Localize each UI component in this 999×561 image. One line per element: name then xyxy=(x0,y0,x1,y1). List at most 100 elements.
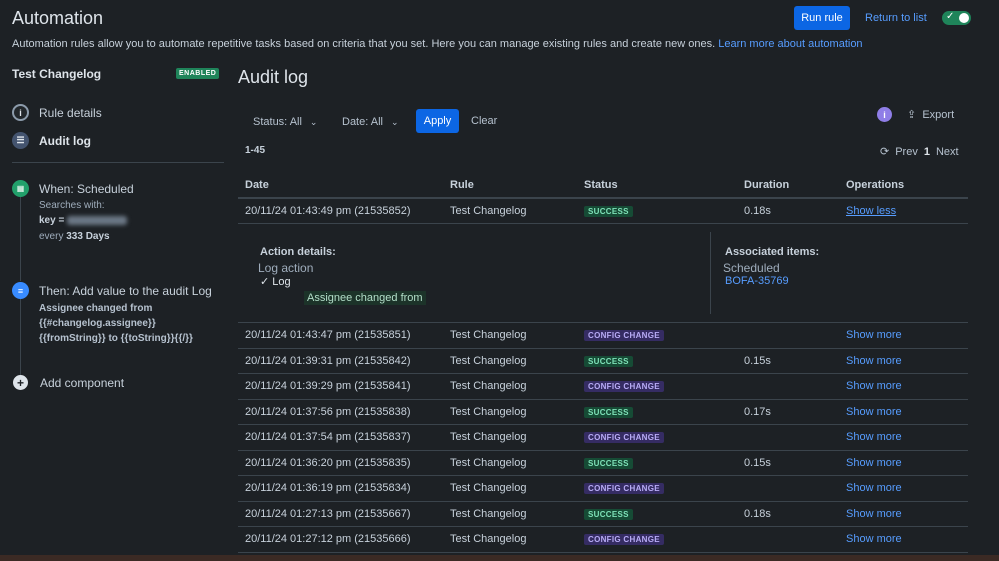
action-label: Then: Add value to the audit Log xyxy=(39,283,212,298)
row-date: 20/11/24 01:36:20 pm (21535835) xyxy=(238,450,443,476)
status-badge: ENABLED xyxy=(176,68,220,79)
row-date: 20/11/24 01:37:54 pm (21535837) xyxy=(238,424,443,451)
show-more-link[interactable]: Show more xyxy=(846,457,902,469)
row-operations: Show less xyxy=(839,198,968,224)
table-row: 20/11/24 01:39:29 pm (21535841) Test Chan… xyxy=(238,373,968,400)
table-row: 20/11/24 01:43:49 pm (21535852) Test Chan… xyxy=(238,198,968,224)
rule-name: Test Changelog xyxy=(12,67,102,81)
clear-button[interactable]: Clear xyxy=(471,115,497,127)
trigger-component[interactable]: ▦ When: Scheduled xyxy=(12,180,134,197)
table-row: 20/11/24 01:36:19 pm (21535834) Test Chan… xyxy=(238,475,968,502)
row-duration: 0.18s xyxy=(737,198,839,224)
page-title: Automation xyxy=(12,8,104,28)
log-action-label: Log action xyxy=(258,261,314,275)
add-component-button[interactable]: + Add component xyxy=(12,375,124,390)
trigger-label: When: Scheduled xyxy=(39,181,134,196)
check-icon: ✓ xyxy=(946,11,955,22)
return-to-list-link[interactable]: Return to list xyxy=(865,12,927,24)
show-more-link[interactable]: Show more xyxy=(846,329,902,341)
apply-button[interactable]: Apply xyxy=(416,109,459,133)
check-icon: ✓ xyxy=(260,276,273,288)
row-status: CONFIG CHANGE xyxy=(577,424,737,451)
info-icon: i xyxy=(12,104,29,121)
show-more-link[interactable]: Show more xyxy=(846,508,902,520)
row-status: CONFIG CHANGE xyxy=(577,475,737,502)
table-row: 20/11/24 01:27:13 pm (21535667) Test Chan… xyxy=(238,501,968,527)
show-more-link[interactable]: Show more xyxy=(846,431,902,443)
table-row: 20/11/24 01:43:47 pm (21535851) Test Chan… xyxy=(238,322,968,349)
row-duration: 0.15s xyxy=(737,348,839,374)
row-status: CONFIG CHANGE xyxy=(577,526,737,553)
row-rule: Test Changelog xyxy=(443,399,577,425)
audit-log-table: Date Rule Status Duration Operations 20/… xyxy=(238,173,968,553)
show-less-link[interactable]: Show less xyxy=(846,205,896,217)
export-label: Export xyxy=(922,109,955,121)
show-more-link[interactable]: Show more xyxy=(846,533,902,545)
action-details-heading: Action details: xyxy=(260,246,336,258)
row-date: 20/11/24 01:39:29 pm (21535841) xyxy=(238,373,443,400)
details-box: Action details: Log action ✓ Log Assignee c… xyxy=(238,224,968,322)
row-rule: Test Changelog xyxy=(443,475,577,502)
audit-log-action-icon: ≡ xyxy=(12,282,29,299)
row-status: SUCCESS xyxy=(577,450,737,476)
table-row: 20/11/24 01:27:12 pm (21535666) Test Chan… xyxy=(238,526,968,553)
row-date: 20/11/24 01:36:19 pm (21535834) xyxy=(238,475,443,502)
column-header-rule: Rule xyxy=(443,173,577,199)
status-lozenge: SUCCESS xyxy=(584,457,633,469)
row-operations: Show more xyxy=(839,526,968,553)
show-more-link[interactable]: Show more xyxy=(846,482,902,494)
associated-item-link[interactable]: BOFA-35769 xyxy=(725,275,789,287)
audit-log-title: Audit log xyxy=(238,67,309,87)
date-filter-label: Date: All xyxy=(342,116,383,128)
row-rule: Test Changelog xyxy=(443,198,577,224)
date-filter[interactable]: Date: All ⌄ xyxy=(342,110,399,134)
every-prefix: every xyxy=(39,231,64,242)
info-icon[interactable]: i xyxy=(877,107,892,122)
status-lozenge: CONFIG CHANGE xyxy=(584,483,664,495)
plus-icon: + xyxy=(13,375,28,390)
row-operations: Show more xyxy=(839,424,968,451)
log-entry: ✓ Log xyxy=(260,275,291,288)
row-duration xyxy=(737,373,839,400)
run-rule-button[interactable]: Run rule xyxy=(794,6,850,30)
chevron-down-icon: ⌄ xyxy=(309,116,318,127)
status-filter[interactable]: Status: All ⌄ xyxy=(253,110,317,134)
current-page: 1 xyxy=(923,145,930,158)
description-text: Automation rules allow you to automate r… xyxy=(12,38,716,50)
row-rule: Test Changelog xyxy=(443,424,577,451)
next-button[interactable]: Next xyxy=(936,146,959,158)
column-header-duration: Duration xyxy=(737,173,839,199)
row-operations: Show more xyxy=(839,450,968,476)
page-description: Automation rules allow you to automate r… xyxy=(12,38,863,50)
learn-more-link[interactable]: Learn more about automation xyxy=(718,38,862,50)
associated-items-heading: Associated items: xyxy=(725,246,820,258)
rule-enabled-toggle[interactable]: ✓ xyxy=(942,11,971,25)
refresh-icon[interactable]: ⟳ xyxy=(880,145,889,158)
status-lozenge: SUCCESS xyxy=(584,406,633,418)
prev-button[interactable]: Prev xyxy=(895,146,918,158)
row-date: 20/11/24 01:27:12 pm (21535666) xyxy=(238,526,443,553)
show-more-link[interactable]: Show more xyxy=(846,355,902,367)
sidebar-item-rule-details[interactable]: i Rule details xyxy=(12,104,102,121)
status-lozenge: SUCCESS xyxy=(584,355,633,367)
sidebar-item-audit-log[interactable]: ☰ Audit log xyxy=(12,132,91,149)
trigger-searches-with: Searches with: xyxy=(39,200,105,211)
row-duration xyxy=(737,322,839,349)
show-more-link[interactable]: Show more xyxy=(846,380,902,392)
row-operations: Show more xyxy=(839,475,968,502)
show-more-link[interactable]: Show more xyxy=(846,406,902,418)
action-component[interactable]: ≡ Then: Add value to the audit Log xyxy=(12,282,212,299)
component-connector xyxy=(20,197,21,281)
row-date: 20/11/24 01:27:13 pm (21535667) xyxy=(238,501,443,527)
row-operations: Show more xyxy=(839,322,968,349)
sidebar-item-label: Rule details xyxy=(39,105,102,120)
bottom-bar xyxy=(0,555,999,561)
table-header-row: Date Rule Status Duration Operations xyxy=(238,173,968,199)
trigger-schedule: every 333 Days xyxy=(39,231,110,242)
row-status: SUCCESS xyxy=(577,399,737,425)
row-rule: Test Changelog xyxy=(443,348,577,374)
redacted-key xyxy=(67,215,128,225)
action-line-2: {{#changelog.assignee}} xyxy=(39,318,156,329)
export-button[interactable]: ⇪ Export xyxy=(907,108,954,121)
calendar-icon: ▦ xyxy=(12,180,29,197)
